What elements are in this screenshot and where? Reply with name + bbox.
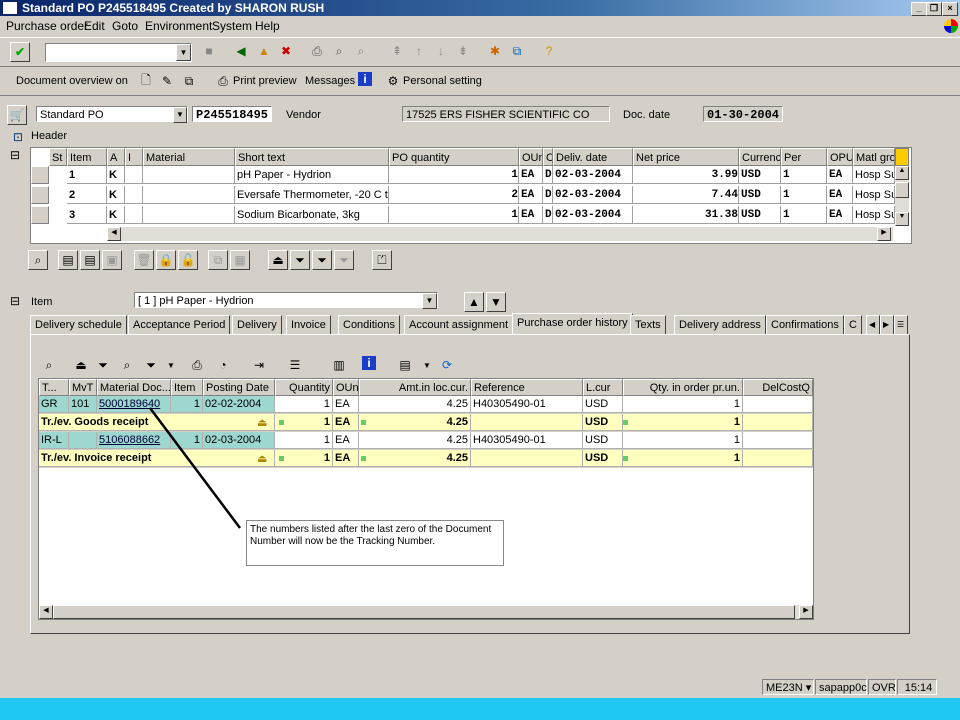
status-bar: ME23N ▾ sapapp0c OVR 15:14 <box>0 678 960 696</box>
server-field: sapapp0c <box>815 679 867 695</box>
taskbar <box>0 698 960 720</box>
mode-field[interactable]: OVR <box>868 679 896 695</box>
time-field: 15:14 <box>897 679 937 695</box>
tcode-field[interactable]: ME23N ▾ <box>762 679 814 695</box>
callout-pointer <box>149 407 241 529</box>
tracking-number-callout: The numbers listed after the last zero o… <box>246 520 504 566</box>
